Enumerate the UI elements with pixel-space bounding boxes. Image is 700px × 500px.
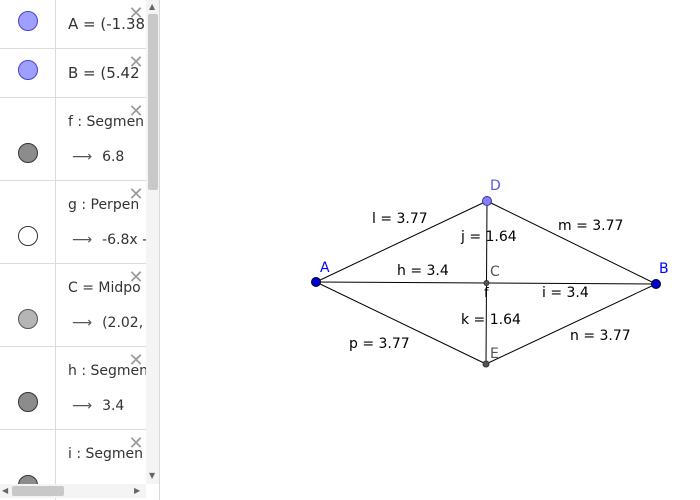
delete-object-icon[interactable]: ✕ [128, 435, 144, 453]
result-arrow-icon: ⟶ [72, 315, 93, 331]
algebra-row-a[interactable]: A = (-1.38 ✕ [0, 0, 146, 49]
delete-object-icon[interactable]: ✕ [128, 5, 144, 23]
delete-object-icon[interactable]: ✕ [128, 269, 144, 287]
result-arrow-icon: ⟶ [72, 398, 93, 414]
point-d-label: D [490, 178, 501, 194]
scroll-down-icon[interactable]: ▼ [149, 472, 155, 480]
delete-object-icon[interactable]: ✕ [128, 54, 144, 72]
object-value: ⟶ -6.8x - [68, 232, 146, 248]
point-e-label: E [490, 346, 499, 362]
segment-j-label: j = 1.64 [460, 229, 517, 245]
algebra-row-b[interactable]: B = (5.42 ✕ [0, 49, 146, 98]
scroll-right-icon[interactable]: ▶ [134, 487, 140, 495]
delete-object-icon[interactable]: ✕ [128, 352, 144, 370]
visibility-cell [0, 181, 56, 263]
graphics-view[interactable]: A B D C E l = 3.77 m = 3.77 p = 3.77 n =… [160, 0, 700, 500]
visibility-toggle-icon[interactable] [18, 392, 38, 412]
visibility-cell [0, 98, 56, 180]
scroll-up-icon[interactable]: ▲ [149, 3, 155, 11]
algebra-view: A = (-1.38 ✕ B = (5.42 ✕ f : Segmen ⟶ 6.8 ✕ g : … [0, 0, 160, 500]
segment-h-label: h = 3.4 [397, 263, 449, 279]
scroll-left-icon[interactable]: ◀ [2, 487, 8, 495]
result-arrow-icon: ⟶ [72, 232, 93, 248]
point-b[interactable] [651, 279, 661, 289]
algebra-row-h[interactable]: h : Segmen ⟶ 3.4 ✕ [0, 347, 146, 430]
horizontal-scrollbar[interactable]: ◀ ▶ [0, 484, 146, 498]
object-value: ⟶ 6.8 [68, 149, 146, 165]
visibility-cell [0, 264, 56, 346]
vertical-scroll-thumb[interactable] [148, 14, 158, 190]
segment-k-label: k = 1.64 [461, 312, 521, 328]
segment-l-label: l = 3.77 [372, 211, 428, 227]
segment-n-label: n = 3.77 [570, 328, 631, 344]
object-value-text: 6.8 [102, 149, 125, 165]
point-d[interactable] [482, 196, 492, 206]
object-value-text: -6.8x - [102, 232, 146, 248]
algebra-list: A = (-1.38 ✕ B = (5.42 ✕ f : Segmen ⟶ 6.8 ✕ g : … [0, 0, 146, 500]
point-b-label: B [659, 261, 669, 277]
point-a-label: A [320, 260, 330, 276]
segment-f-label: f [484, 286, 489, 301]
visibility-cell [0, 347, 56, 429]
visibility-toggle-icon[interactable] [18, 60, 38, 80]
visibility-cell [0, 0, 56, 48]
object-value: ⟶ 3.4 [68, 398, 146, 414]
object-value-text: (2.02, [102, 315, 144, 331]
algebra-row-g[interactable]: g : Perpen ⟶ -6.8x - ✕ [0, 181, 146, 264]
result-arrow-icon: ⟶ [72, 149, 93, 165]
segment-p-label: p = 3.77 [349, 336, 410, 352]
visibility-toggle-icon[interactable] [18, 11, 38, 31]
visibility-toggle-icon[interactable] [18, 226, 38, 246]
point-e[interactable] [482, 360, 490, 368]
segment-i-label: i = 3.4 [542, 285, 589, 301]
vertical-scrollbar[interactable]: ▲ ▼ [146, 0, 159, 484]
algebra-row-f[interactable]: f : Segmen ⟶ 6.8 ✕ [0, 98, 146, 181]
delete-object-icon[interactable]: ✕ [128, 186, 144, 204]
visibility-toggle-icon[interactable] [18, 309, 38, 329]
object-value-text: 3.4 [102, 398, 125, 414]
segment-m-label: m = 3.77 [558, 218, 623, 234]
horizontal-scroll-thumb[interactable] [12, 486, 64, 496]
algebra-row-c[interactable]: C = Midpo ⟶ (2.02, ✕ [0, 264, 146, 347]
point-c-label: C [490, 264, 500, 280]
visibility-toggle-icon[interactable] [18, 143, 38, 163]
point-c[interactable] [483, 280, 490, 286]
object-value: ⟶ (2.02, [68, 315, 146, 331]
delete-object-icon[interactable]: ✕ [128, 103, 144, 121]
point-a[interactable] [311, 277, 321, 287]
visibility-cell [0, 49, 56, 97]
